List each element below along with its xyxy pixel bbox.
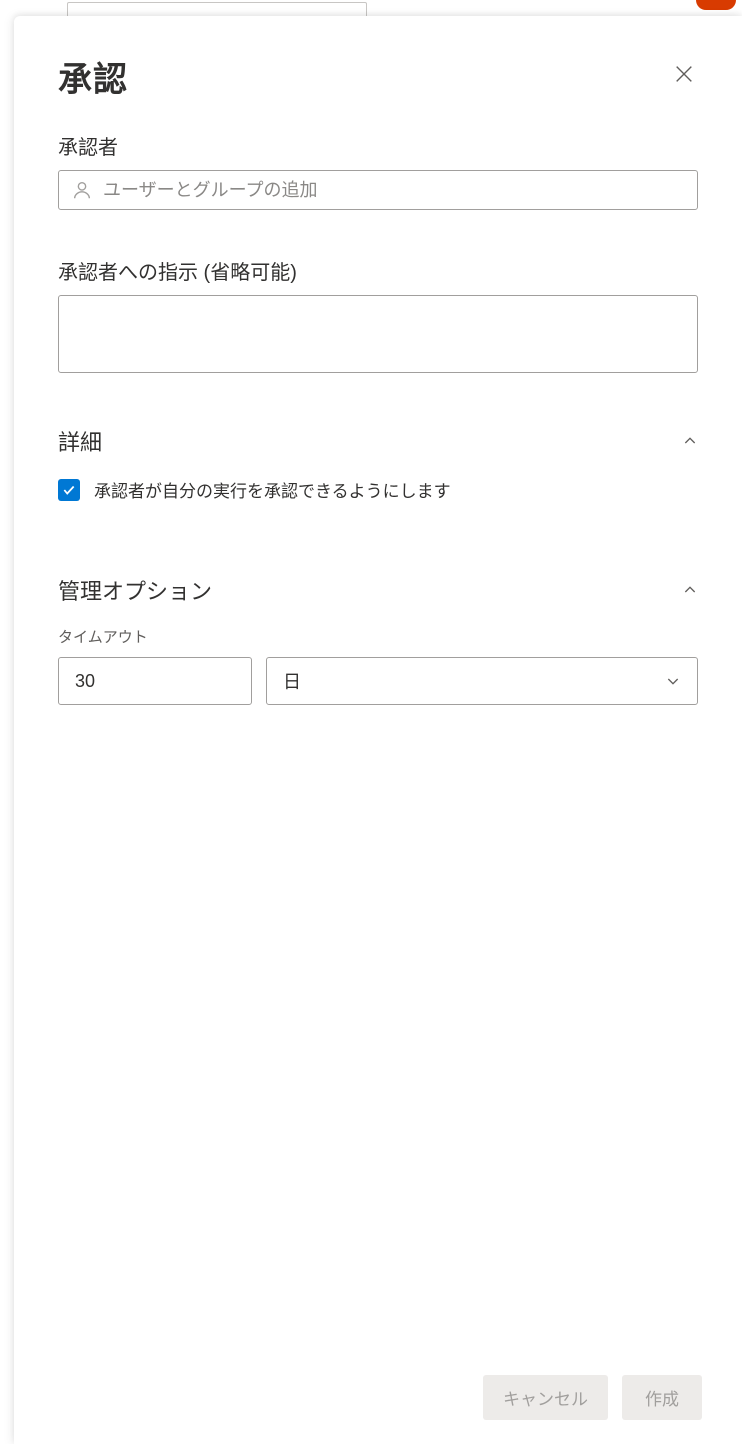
chevron-down-icon: [665, 673, 681, 689]
timeout-value-input[interactable]: [58, 657, 252, 705]
person-icon: [71, 179, 93, 201]
backdrop-avatar: [696, 0, 736, 10]
approvers-label: 承認者: [58, 131, 698, 160]
timeout-unit-value: 日: [283, 668, 301, 694]
panel-header: 承認: [14, 16, 742, 125]
self-approve-label: 承認者が自分の実行を承認できるようにします: [94, 477, 451, 502]
management-section-header[interactable]: 管理オプション: [58, 574, 698, 606]
chevron-up-icon: [682, 582, 698, 598]
timeout-label: タイムアウト: [58, 626, 698, 647]
timeout-row: 日: [58, 657, 698, 705]
panel-footer: キャンセル 作成: [14, 1355, 742, 1444]
management-title: 管理オプション: [58, 574, 212, 606]
instructions-label: 承認者への指示 (省略可能): [58, 256, 698, 285]
details-title: 詳細: [58, 425, 102, 457]
cancel-button[interactable]: キャンセル: [483, 1375, 608, 1420]
timeout-unit-select[interactable]: 日: [266, 657, 698, 705]
create-button[interactable]: 作成: [622, 1375, 702, 1420]
approval-panel: 承認 承認者 承認者への指示 (省略可能) 詳細: [14, 16, 742, 1444]
self-approve-checkbox[interactable]: [58, 479, 80, 501]
instructions-wrap[interactable]: [58, 295, 698, 373]
close-button[interactable]: [670, 60, 698, 88]
details-section-header[interactable]: 詳細: [58, 425, 698, 457]
approvers-input[interactable]: [103, 180, 685, 201]
instructions-textarea[interactable]: [71, 308, 685, 360]
approvers-input-wrap[interactable]: [58, 170, 698, 210]
panel-title: 承認: [58, 52, 128, 101]
checkmark-icon: [62, 483, 76, 497]
panel-body: 承認者 承認者への指示 (省略可能) 詳細 承認者が自分: [14, 125, 742, 1355]
self-approve-row: 承認者が自分の実行を承認できるようにします: [58, 477, 698, 502]
close-icon: [673, 63, 695, 85]
chevron-up-icon: [682, 433, 698, 449]
